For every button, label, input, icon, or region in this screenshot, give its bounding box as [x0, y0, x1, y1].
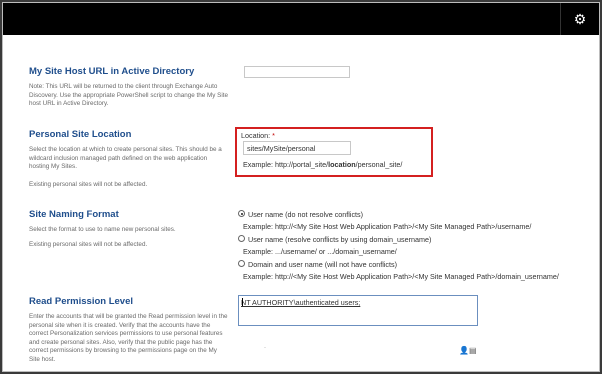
top-bar: ⚙ [3, 3, 599, 35]
settings-page: ⚙ My Site Host URL in Active Directory N… [2, 2, 600, 372]
naming-option-label: User name (resolve conflicts by using do… [248, 235, 432, 244]
naming-option-example: Example: http://<My Site Host Web Applic… [243, 272, 559, 281]
read-permission-level-title: Read Permission Level [29, 296, 134, 307]
address-book-icon[interactable]: ▤ [469, 346, 477, 355]
naming-option-example: Example: .../username/ or .../domain_use… [243, 247, 397, 256]
text-cursor [242, 298, 243, 306]
mysite-host-url-input[interactable] [244, 66, 350, 78]
personal-site-location-title: Personal Site Location [29, 129, 132, 140]
location-label: Location: * [241, 131, 275, 140]
location-example: Example: http://portal_site/location/per… [243, 160, 403, 169]
location-input-value: sites/MySite/personal [247, 144, 316, 153]
dot-mark: . [264, 341, 266, 350]
gear-icon[interactable]: ⚙ [560, 3, 599, 35]
naming-option-radio[interactable] [238, 260, 245, 267]
naming-option-radio[interactable] [238, 210, 245, 217]
site-naming-format-title: Site Naming Format [29, 209, 119, 220]
site-naming-format-note: Existing personal sites will not be affe… [29, 241, 148, 248]
read-permission-people-picker[interactable]: NT AUTHORITY\authenticated users; [238, 295, 478, 326]
personal-site-location-description: Select the location at which to create p… [29, 146, 222, 171]
naming-option-label: Domain and user name (will not have conf… [248, 260, 398, 269]
site-naming-format-description: Select the format to use to name new per… [29, 226, 176, 233]
mysite-host-url-title: My Site Host URL in Active Directory [29, 66, 195, 77]
location-input[interactable]: sites/MySite/personal [243, 141, 351, 155]
naming-option-example: Example: http://<My Site Host Web Applic… [243, 222, 532, 231]
naming-option-radio[interactable] [238, 235, 245, 242]
read-permission-level-description: Enter the accounts that will be granted … [29, 313, 228, 363]
personal-site-location-note: Existing personal sites will not be affe… [29, 181, 148, 188]
required-marker: * [272, 131, 275, 140]
mysite-host-url-description: Note: This URL will be returned to the c… [29, 83, 229, 108]
check-names-icon[interactable]: 👤 [459, 346, 469, 355]
naming-option-label: User name (do not resolve conflicts) [248, 210, 364, 219]
